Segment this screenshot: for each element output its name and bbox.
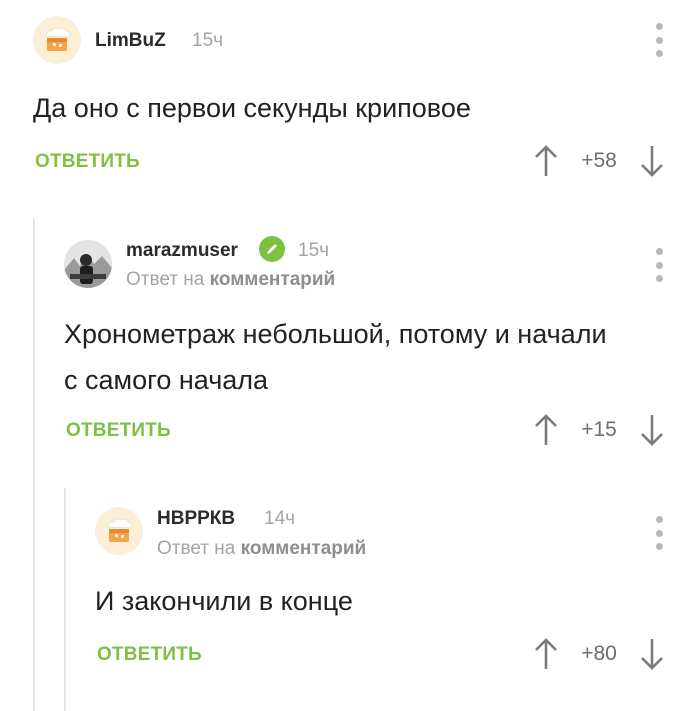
timestamp: 15ч (298, 240, 330, 261)
reply-prefix: Ответ на (157, 538, 236, 559)
vote-control: +80 (533, 636, 665, 672)
arrow-up-icon[interactable] (533, 637, 559, 671)
comment-text-line: Хронометраж небольшой, потому и начали (64, 319, 607, 349)
avatar[interactable] (64, 240, 112, 288)
reply-prefix: Ответ на (126, 269, 205, 290)
photo-avatar (64, 240, 112, 288)
arrow-down-icon[interactable] (639, 144, 665, 178)
timestamp: 15ч (192, 30, 224, 51)
author-name[interactable]: marazmuser (126, 240, 238, 262)
avatar[interactable] (95, 507, 143, 555)
timestamp: 14ч (264, 508, 296, 529)
reply-target-link[interactable]: комментарий (210, 269, 336, 290)
score: +15 (581, 418, 617, 441)
thread-line-level-2 (64, 488, 66, 711)
thread-line-level-1 (33, 218, 35, 711)
more-vertical-icon[interactable] (654, 248, 664, 282)
reply-button[interactable]: ОТВЕТИТЬ (97, 644, 202, 666)
comment-text: Да оно с первои секунды криповое (33, 93, 471, 123)
reply-target-link[interactable]: комментарий (241, 538, 367, 559)
comment-text: Хронометраж небольшой, потому и начали с… (64, 311, 607, 403)
reply-info: Ответ на комментарий (126, 269, 335, 291)
more-vertical-icon[interactable] (654, 516, 664, 550)
score: +58 (581, 149, 617, 172)
score: +80 (581, 642, 617, 665)
vote-control: +15 (533, 412, 665, 448)
author-name[interactable]: НВРРКВ (157, 508, 235, 530)
comment-text: И закончили в конце (95, 586, 353, 616)
reply-info: Ответ на комментарий (157, 538, 366, 560)
cake-avatar-icon (33, 16, 81, 64)
author-name[interactable]: LimBuZ (95, 30, 166, 52)
reply-button[interactable]: ОТВЕТИТЬ (35, 151, 140, 173)
pencil-icon (259, 236, 285, 262)
cake-avatar-icon (95, 507, 143, 555)
comment-text-line: с самого начала (64, 365, 269, 395)
vote-control: +58 (533, 143, 665, 179)
avatar[interactable] (33, 16, 81, 64)
arrow-up-icon[interactable] (533, 413, 559, 447)
arrow-down-icon[interactable] (639, 413, 665, 447)
arrow-up-icon[interactable] (533, 144, 559, 178)
arrow-down-icon[interactable] (639, 637, 665, 671)
reply-button[interactable]: ОТВЕТИТЬ (66, 420, 171, 442)
more-vertical-icon[interactable] (654, 23, 664, 57)
